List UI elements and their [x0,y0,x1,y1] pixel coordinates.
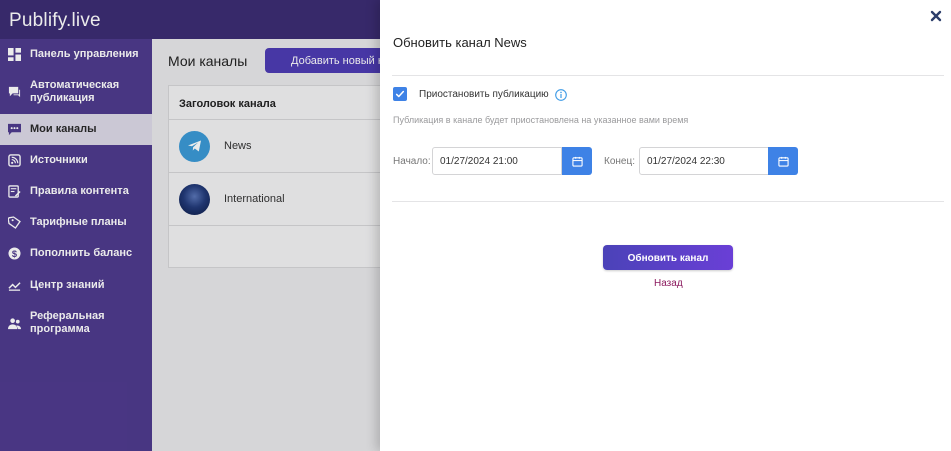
pause-checkbox[interactable] [393,87,407,101]
table-header: Заголовок канала [169,86,397,120]
start-label: Начало: [393,156,431,167]
channel-name: News [224,140,252,152]
update-channel-button[interactable]: Обновить канал [603,245,733,270]
sidebar-item-label: Автоматическая публикация [30,79,120,104]
main-content: Мои каналы Добавить новый канал Заголово… [152,39,405,451]
calendar-icon [777,156,789,167]
sidebar-item-label: Центр знаний [30,278,105,291]
sidebar-item-knowledge[interactable]: Центр знаний [0,274,152,296]
chat-icon [8,86,21,99]
start-date-input[interactable]: 01/27/2024 21:00 [432,147,562,175]
channel-name: International [224,193,285,205]
sidebar-item-label: Правила контента [30,184,129,197]
globe-avatar [179,183,210,215]
update-channel-panel: Обновить канал News Приостановить публик… [380,0,951,451]
channels-table: Заголовок канала News International [168,85,398,268]
sidebar-item-label: Реферальная программа [30,310,105,335]
rss-icon [8,153,21,167]
sidebar-item-sources[interactable]: Источники [0,149,152,171]
table-row[interactable]: International [169,173,397,226]
sidebar-item-dashboard[interactable]: Панель управления [0,43,152,65]
divider [392,201,944,202]
info-icon[interactable] [554,88,567,101]
end-calendar-button[interactable] [768,147,798,175]
pause-hint: Публикация в канале будет приостановлена… [393,115,689,125]
app-logo[interactable]: Publify.live [0,0,152,39]
sidebar-item-autopublish[interactable]: Автоматическая публикация [0,76,152,108]
sidebar-item-plans[interactable]: Тарифные планы [0,211,152,233]
rules-icon [8,184,21,198]
sidebar-item-content-rules[interactable]: Правила контента [0,180,152,202]
svg-text:$: $ [12,248,18,258]
close-icon[interactable] [929,9,943,23]
sidebar-item-label: Источники [30,153,88,166]
sidebar-item-referral[interactable]: Реферальная программа [0,307,152,339]
pause-label: Приостановить публикацию [419,88,549,100]
sidebar-item-my-channels[interactable]: Мои каналы [0,114,152,145]
divider [392,75,944,76]
sidebar-item-label: Панель управления [30,47,139,60]
sidebar-item-label: Мои каналы [30,123,97,135]
pause-publication-row: Приостановить публикацию [393,87,567,101]
tag-icon [8,215,21,229]
end-label: Конец: [604,156,635,167]
sidebar-item-label: Тарифные планы [30,215,127,228]
top-header [152,0,380,39]
dollar-icon: $ [8,246,21,260]
calendar-icon [571,156,583,167]
sidebar: Publify.live Панель управления Автоматич… [0,0,152,451]
panel-title: Обновить канал News [393,35,527,50]
chart-icon [8,279,21,292]
telegram-icon [179,130,210,162]
dashboard-icon [8,47,21,61]
back-link[interactable]: Назад [654,278,683,289]
end-date-input[interactable]: 01/27/2024 22:30 [639,147,769,175]
page-title: Мои каналы [168,53,248,69]
users-icon [8,317,21,330]
table-row[interactable]: News [169,120,397,173]
start-calendar-button[interactable] [562,147,592,175]
sidebar-item-label: Пополнить баланс [30,246,133,259]
message-dots-icon [8,123,21,136]
sidebar-item-top-up[interactable]: $ Пополнить баланс [0,242,152,264]
